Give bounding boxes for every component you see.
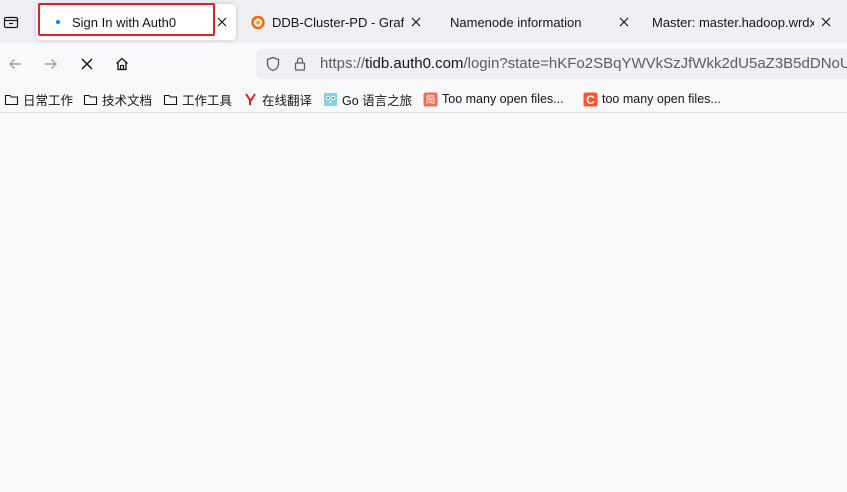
tab-strip: Sign In with Auth0 DDB-Cluster-PD - Graf… xyxy=(0,0,847,43)
gopher-icon xyxy=(323,92,338,107)
folder-icon xyxy=(163,92,178,107)
bookmark-label: Go 语言之旅 xyxy=(342,93,413,108)
stop-icon xyxy=(81,58,93,70)
url-text: https://tidb.auth0.com/login?state=hKFo2… xyxy=(320,55,847,72)
close-icon xyxy=(619,17,629,27)
page-content-area xyxy=(0,113,847,492)
close-icon xyxy=(411,17,421,27)
bookmark-go-tour[interactable]: Go 语言之旅 xyxy=(323,90,412,108)
forward-arrow-icon xyxy=(45,59,57,69)
tab-title: Master: master.hadoop.wrdxa xyxy=(652,14,814,30)
tab-title: Sign In with Auth0 xyxy=(72,14,177,30)
svg-text:C: C xyxy=(586,93,595,107)
bookmark-label: too many open files... xyxy=(602,92,721,106)
home-button[interactable] xyxy=(108,50,136,78)
jianshu-icon: 简 xyxy=(423,92,438,107)
close-tab-button[interactable] xyxy=(408,14,424,30)
tab-sign-in-auth0[interactable]: Sign In with Auth0 xyxy=(36,4,236,40)
url-path: /login?state=hKFo2SBqYWVkSzJfWkk2dU5aZ3B… xyxy=(463,55,847,72)
bookmark-folder-work-tools[interactable]: 工作工具 xyxy=(163,90,232,108)
home-icon xyxy=(116,57,128,71)
bookmark-label: Too many open files... xyxy=(442,92,564,106)
tab-hadoop-master[interactable]: Master: master.hadoop.wrdxa xyxy=(638,4,840,40)
back-arrow-icon xyxy=(9,59,21,69)
close-icon xyxy=(821,17,831,27)
tab-list-button[interactable] xyxy=(0,8,22,36)
forward-button[interactable] xyxy=(37,50,65,78)
bookmark-folder-tech-docs[interactable]: 技术文档 xyxy=(83,90,152,108)
bookmarks-toolbar: 日常工作 技术文档 工作工具 在线翻译 Go 语言之旅 简 Too many o… xyxy=(0,85,847,113)
folder-icon xyxy=(83,92,98,107)
close-icon xyxy=(217,17,227,27)
bookmark-folder-daily-work[interactable]: 日常工作 xyxy=(4,90,73,108)
tab-list-icon xyxy=(3,16,19,29)
tab-title: Namenode information xyxy=(450,14,582,30)
tab-title: DDB-Cluster-PD - Grafana xyxy=(272,14,404,30)
csdn-icon: C xyxy=(583,92,598,107)
bookmark-label: 日常工作 xyxy=(23,93,74,108)
bookmark-label: 在线翻译 xyxy=(262,93,313,108)
url-host: tidb.auth0.com xyxy=(365,55,464,72)
close-tab-button[interactable] xyxy=(616,14,632,30)
bookmark-label: 技术文档 xyxy=(102,93,153,108)
bookmark-jianshu-too-many-open-files[interactable]: 简 Too many open files... xyxy=(423,90,564,108)
bookmark-label: 工作工具 xyxy=(182,93,233,108)
folder-icon xyxy=(4,92,19,107)
loading-dot-icon xyxy=(50,14,66,30)
youdao-icon xyxy=(243,92,258,107)
grafana-icon xyxy=(250,14,266,30)
bookmark-csdn-too-many-open-files[interactable]: C too many open files... xyxy=(583,90,721,108)
back-button[interactable] xyxy=(1,50,29,78)
tab-namenode[interactable]: Namenode information xyxy=(430,4,638,40)
stop-loading-button[interactable] xyxy=(73,50,101,78)
close-tab-button[interactable] xyxy=(818,14,834,30)
url-scheme: https:// xyxy=(320,55,366,72)
browser-window: Sign In with Auth0 DDB-Cluster-PD - Graf… xyxy=(0,0,847,492)
svg-text:简: 简 xyxy=(426,93,436,106)
tracking-protection-shield-icon[interactable] xyxy=(265,56,281,72)
navigation-toolbar: https://tidb.auth0.com/login?state=hKFo2… xyxy=(0,43,847,85)
tab-grafana[interactable]: DDB-Cluster-PD - Grafana xyxy=(236,4,430,40)
close-tab-button[interactable] xyxy=(214,14,230,30)
address-bar[interactable]: https://tidb.auth0.com/login?state=hKFo2… xyxy=(256,49,847,79)
bookmark-online-translate[interactable]: 在线翻译 xyxy=(243,90,312,108)
lock-icon[interactable] xyxy=(292,56,308,72)
